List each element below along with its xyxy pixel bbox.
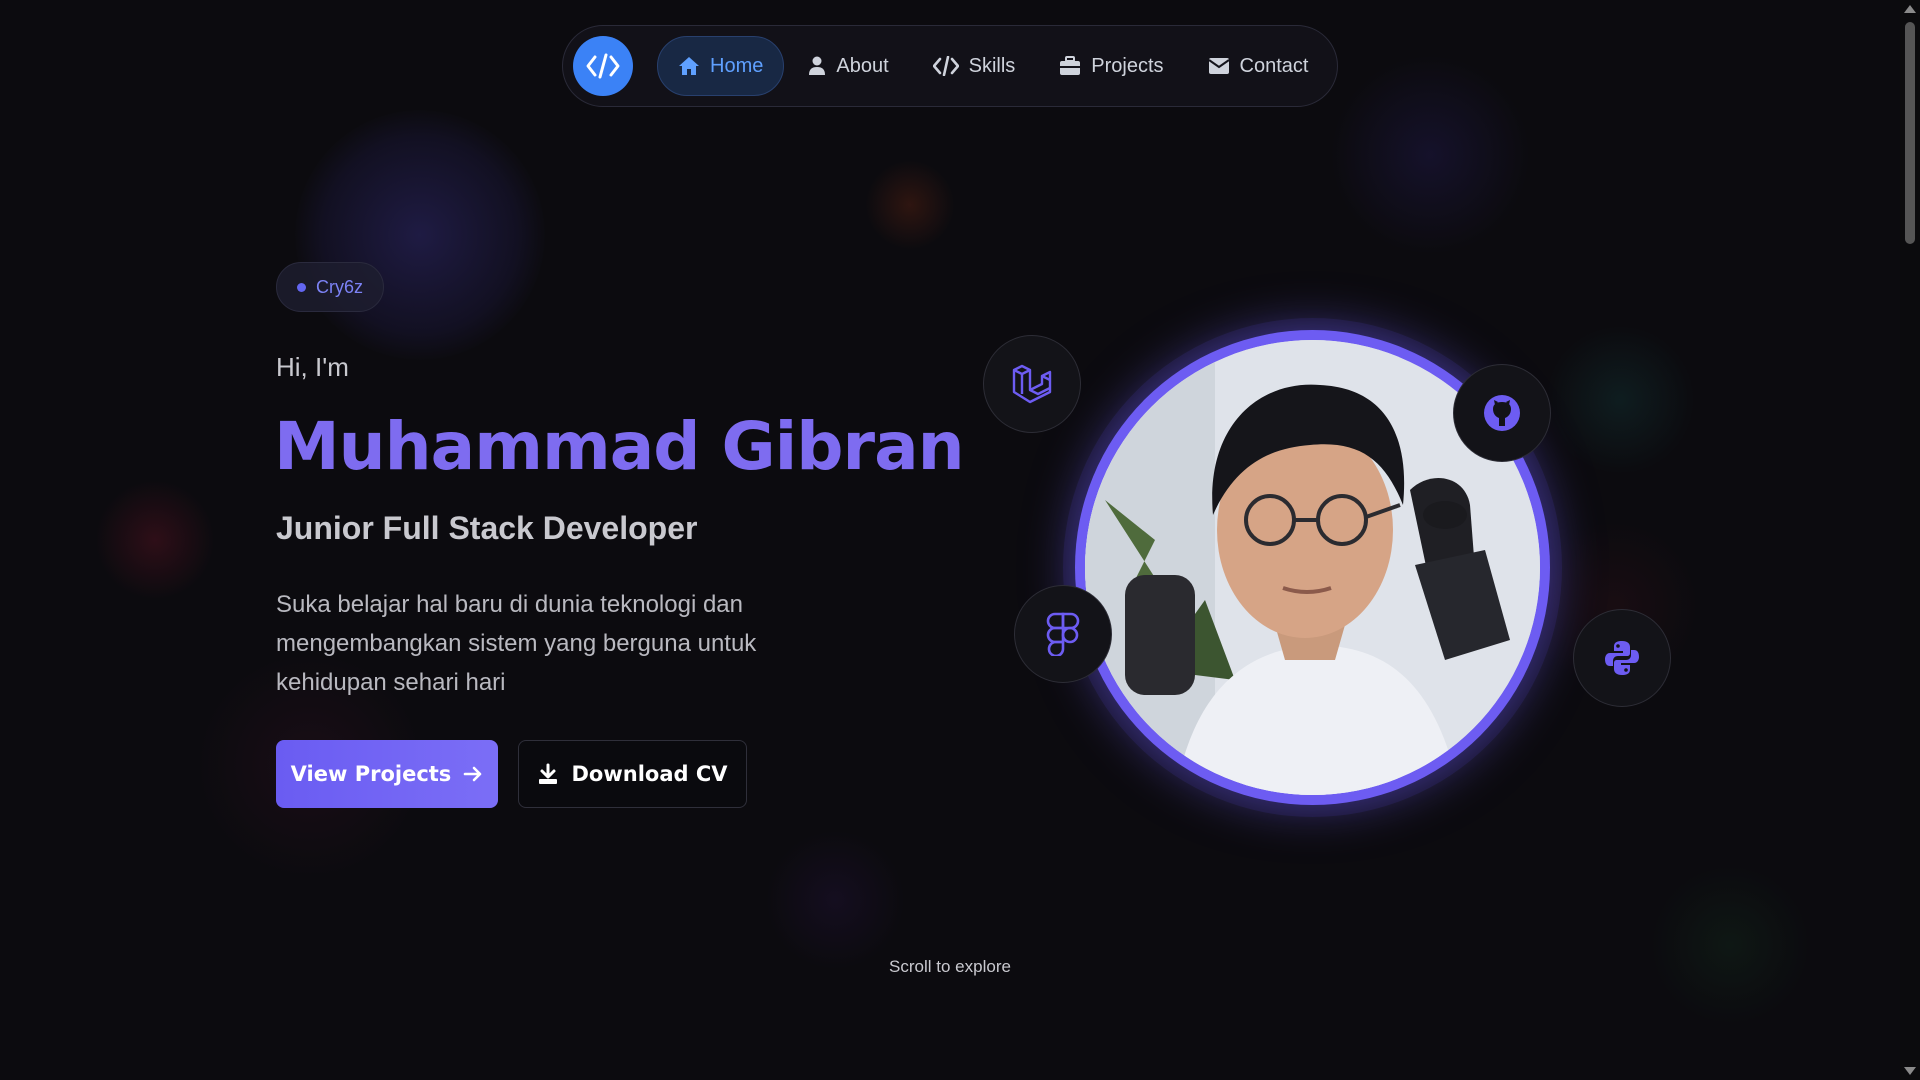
background-blob xyxy=(765,830,905,970)
python-icon xyxy=(1605,641,1639,675)
background-blob xyxy=(1545,325,1695,475)
user-icon xyxy=(809,56,826,75)
code-icon xyxy=(932,56,959,76)
nav-item-label: Contact xyxy=(1239,54,1309,77)
background-blob xyxy=(1330,55,1530,255)
navbar: Home About Skills Projects Contact xyxy=(562,25,1338,107)
figma-icon xyxy=(1046,612,1080,656)
code-icon xyxy=(586,53,620,79)
logo-button[interactable] xyxy=(573,36,633,96)
greeting-text: Hi, I'm xyxy=(276,352,349,382)
arrow-right-icon xyxy=(464,766,482,782)
briefcase-icon xyxy=(1060,56,1081,75)
nav-item-contact[interactable]: Contact xyxy=(1188,36,1329,96)
nav-item-label: Home xyxy=(710,54,764,77)
download-cv-label: Download CV xyxy=(571,762,728,786)
hero-description: Suka belajar hal baru di dunia teknologi… xyxy=(276,591,757,696)
scroll-down-arrow-icon[interactable] xyxy=(1904,1067,1916,1075)
background-blob xyxy=(295,110,545,360)
page: Home About Skills Projects Contact Cry6z… xyxy=(0,0,1920,1080)
view-projects-button[interactable]: View Projects xyxy=(276,740,498,808)
figma-icon-button[interactable] xyxy=(1014,585,1112,683)
download-cv-button[interactable]: Download CV xyxy=(518,740,747,808)
nav-item-about[interactable]: About xyxy=(788,36,908,96)
nav-item-skills[interactable]: Skills xyxy=(913,36,1036,96)
laravel-icon xyxy=(1012,364,1052,404)
badge-dot xyxy=(297,282,306,292)
background-blob xyxy=(865,160,955,250)
home-icon xyxy=(679,57,699,75)
envelope-icon xyxy=(1207,58,1230,74)
background-blob xyxy=(95,480,215,600)
nav-item-label: Skills xyxy=(968,54,1016,77)
scrollbar-thumb[interactable] xyxy=(1905,22,1915,244)
badge-label: Cry6z xyxy=(316,276,364,297)
nav-item-label: About xyxy=(836,54,889,77)
laravel-icon-button[interactable] xyxy=(983,335,1081,433)
download-icon xyxy=(539,763,558,784)
scroll-up-arrow-icon[interactable] xyxy=(1904,5,1916,13)
github-icon xyxy=(1484,395,1520,431)
nav-item-home[interactable]: Home xyxy=(657,36,785,96)
scrollbar[interactable] xyxy=(1900,0,1920,1080)
hero-role: Junior Full Stack Developer xyxy=(276,510,698,546)
scroll-hint: Scroll to explore xyxy=(889,957,1011,976)
nav-item-projects[interactable]: Projects xyxy=(1039,36,1183,96)
python-icon-button[interactable] xyxy=(1573,609,1671,707)
view-projects-label: View Projects xyxy=(290,762,452,786)
status-badge: Cry6z xyxy=(276,262,385,312)
hero-name: Muhammad Gibran xyxy=(274,408,965,485)
nav-item-label: Projects xyxy=(1091,54,1164,77)
github-icon-button[interactable] xyxy=(1453,364,1551,462)
background-blob xyxy=(1650,865,1810,1025)
